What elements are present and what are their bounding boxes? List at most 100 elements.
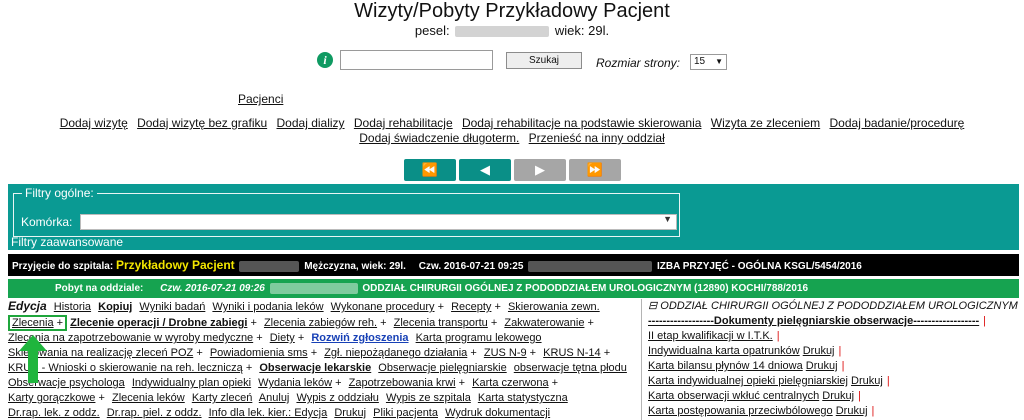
- doc-print-link[interactable]: Drukuj: [806, 360, 838, 372]
- drug-results-link[interactable]: Wyniki i podania leków: [212, 301, 323, 313]
- search-input[interactable]: [340, 50, 493, 70]
- doc-nursing-care-link[interactable]: Karta indywidualnej opieki pielęgniarski…: [648, 375, 848, 387]
- redacted-field: [269, 282, 358, 294]
- collapse-icon[interactable]: ⊟: [648, 300, 657, 312]
- ward-documents-panel: ⊟ ODDZIAŁ CHIRURGII OGÓLNEJ Z PODODDZIAŁ…: [648, 299, 1020, 420]
- redacted-field: [239, 260, 300, 272]
- blood-requests-link[interactable]: Zapotrzebowania krwi: [349, 377, 456, 389]
- statistics-card-link[interactable]: Karta statystyczna: [478, 392, 568, 404]
- surgery-orders-link[interactable]: Zlecenie operacji / Drobne zabiegi: [70, 317, 247, 329]
- doc-item: Karta obserwacji wkłuć centralnych Druku…: [648, 390, 861, 402]
- stay-date: Czw. 2016-07-21 09:26: [160, 283, 265, 294]
- links-line-3: Zlecenia na zapotrzebowanie w wyroby med…: [8, 332, 542, 344]
- doc-pain-management-link[interactable]: Karta postępowania przeciwbólowego: [648, 405, 833, 417]
- page-title: Wizyty/Pobyty Przykładowy Pacjent: [354, 0, 670, 22]
- care-plan-link[interactable]: Indywidualny plan opieki: [132, 377, 251, 389]
- nurse-report-link[interactable]: Dr.rap. piel. z oddz.: [107, 407, 202, 419]
- pesel-label: pesel:: [414, 23, 450, 38]
- zus-n9-link[interactable]: ZUS N-9: [484, 347, 527, 359]
- doc-item: II etap kwalifikacji w I.T.K. |: [648, 330, 780, 342]
- patient-files-link[interactable]: Pliki pacjenta: [373, 407, 438, 419]
- patients-link[interactable]: Pacjenci: [238, 92, 283, 106]
- first-page-button[interactable]: ⏪: [404, 159, 456, 181]
- add-rehab-link[interactable]: Dodaj rehabilitacje: [354, 116, 453, 130]
- documentation-print-link[interactable]: Wydruk dokumentacji: [445, 407, 550, 419]
- doctor-report-link[interactable]: Dr.rap. lek. z oddz.: [8, 407, 100, 419]
- fever-charts-link[interactable]: Karty gorączkowe: [8, 392, 95, 404]
- print-link[interactable]: Drukuj: [334, 407, 366, 419]
- red-card-link[interactable]: Karta czerwona: [472, 377, 548, 389]
- age-label: wiek: 29l.: [554, 23, 610, 38]
- links-line-2: Zlecenia + Zlecenie operacji / Drobne za…: [8, 315, 640, 331]
- add-visit-no-schedule-link[interactable]: Dodaj wizytę bez grafiku: [137, 116, 267, 130]
- admission-date: Czw. 2016-07-21 09:25: [418, 261, 524, 272]
- last-page-button[interactable]: ⏩: [569, 159, 621, 181]
- add-dialysis-link[interactable]: Dodaj dializy: [277, 116, 345, 130]
- doctor-observations-link[interactable]: Obserwacje lekarskie: [259, 362, 371, 374]
- doc-dressings-link[interactable]: Indywidualna karta opatrunków: [648, 345, 800, 357]
- prev-page-button[interactable]: ◀: [459, 159, 511, 181]
- doc-central-lines-link[interactable]: Karta obserwacji wkłuć centralnych: [648, 390, 819, 402]
- doc-item: Karta bilansu płynów 14 dniowa Drukuj |: [648, 360, 845, 372]
- prescriptions-link[interactable]: Recepty: [451, 301, 491, 313]
- doc-print-link[interactable]: Drukuj: [822, 390, 854, 402]
- gender-age: Mężczyzna, wiek: 29l.: [304, 261, 406, 272]
- admission-unit: IZBA PRZYJĘĆ - OGÓLNA KSGL/5454/2016: [656, 261, 862, 272]
- doc-print-link[interactable]: Drukuj: [803, 345, 835, 357]
- sms-notifications-link[interactable]: Powiadomienia sms: [210, 347, 308, 359]
- ward-header[interactable]: ⊟ ODDZIAŁ CHIRURGII OGÓLNEJ Z PODODDZIAŁ…: [648, 299, 1020, 314]
- doc-print-link[interactable]: Drukuj: [836, 405, 868, 417]
- panel-divider: [641, 299, 642, 420]
- orders-link[interactable]: Zlecenia: [12, 317, 54, 329]
- external-referrals-link[interactable]: Skierowania zewn.: [508, 301, 600, 313]
- chevron-down-icon: ▼: [663, 214, 672, 224]
- accommodation-link[interactable]: Zakwaterowanie: [504, 317, 584, 329]
- expand-reports-link[interactable]: Rozwiń zgłoszenia: [311, 332, 408, 344]
- page-size-label: Rozmiar strony:: [596, 56, 681, 70]
- add-visit-link[interactable]: Dodaj wizytę: [60, 116, 128, 130]
- info-icon[interactable]: i: [317, 52, 333, 68]
- head-doctor-info-link[interactable]: Info dla lek. kier.: Edycja: [209, 407, 328, 419]
- cancel-link[interactable]: Anuluj: [259, 392, 290, 404]
- adverse-reaction-link[interactable]: Zgł. niepożądanego działania: [324, 347, 467, 359]
- action-links-row1: Dodaj wizytę Dodaj wizytę bez grafiku Do…: [0, 116, 1024, 130]
- test-results-link[interactable]: Wyniki badań: [139, 301, 205, 313]
- krus-n14-link[interactable]: KRUS N-14: [543, 347, 600, 359]
- history-link[interactable]: Historia: [54, 301, 91, 313]
- transport-orders-link[interactable]: Zlecenia transportu: [394, 317, 488, 329]
- department-select[interactable]: ▼: [80, 214, 677, 230]
- links-line-5: KRUS - Wnioski o skierowanie na reh. lec…: [8, 362, 627, 374]
- drug-program-card-link[interactable]: Karta programu lekowego: [416, 332, 542, 344]
- add-procedure-link[interactable]: Dodaj badanie/procedurę: [830, 116, 965, 130]
- doc-fluid-balance-link[interactable]: Karta bilansu płynów 14 dniowa: [648, 360, 803, 372]
- search-button[interactable]: Szukaj: [506, 52, 582, 69]
- fetal-heart-observations-link[interactable]: obserwacje tętna płodu: [514, 362, 627, 374]
- admission-bar: Przyjęcie do szpitala: Przykładowy Pacje…: [8, 254, 1019, 276]
- links-line-8: Dr.rap. lek. z oddz. Dr.rap. piel. z odd…: [8, 406, 640, 420]
- copy-link[interactable]: Kopiuj: [98, 301, 132, 313]
- transfer-ward-link[interactable]: Przenieść na inny oddział: [529, 131, 665, 145]
- add-rehab-referral-link[interactable]: Dodaj rehabilitacje na podstawie skierow…: [462, 116, 701, 130]
- visit-with-order-link[interactable]: Wizyta ze zleceniem: [711, 116, 820, 130]
- procedures-link[interactable]: Wykonane procedury: [331, 301, 435, 313]
- order-cards-link[interactable]: Karty zleceń: [192, 392, 253, 404]
- nursing-docs-header[interactable]: ------------------Dokumenty pielęgniarsk…: [648, 315, 979, 327]
- doc-print-link[interactable]: Drukuj: [851, 375, 883, 387]
- drug-dispensing-link[interactable]: Wydania leków: [258, 377, 332, 389]
- advanced-filters-toggle[interactable]: Filtry zaawansowane: [11, 235, 123, 249]
- edit-link[interactable]: Edycja: [8, 299, 47, 313]
- diets-link[interactable]: Diety: [270, 332, 295, 344]
- next-page-button[interactable]: ▶: [514, 159, 566, 181]
- add-longterm-service-link[interactable]: Dodaj świadczenie długoterm.: [359, 131, 519, 145]
- search-bar: i Szukaj Rozmiar strony: 15 ▼: [0, 50, 1024, 74]
- doc-item: Karta indywidualnej opieki pielęgniarski…: [648, 375, 890, 387]
- rehab-orders-link[interactable]: Zlecenia zabiegów reh.: [264, 317, 377, 329]
- stay-label: Pobyt na oddziale:: [55, 283, 144, 294]
- nurse-observations-link[interactable]: Obserwacje pielęgniarskie: [378, 362, 506, 374]
- ward-discharge-link[interactable]: Wypis z oddziału: [296, 392, 378, 404]
- drug-orders-link[interactable]: Zlecenia leków: [112, 392, 185, 404]
- chevron-down-icon: ▼: [715, 57, 723, 66]
- hospital-discharge-link[interactable]: Wypis ze szpitala: [386, 392, 471, 404]
- doc-itk-link[interactable]: II etap kwalifikacji w I.T.K.: [648, 330, 773, 342]
- page-size-select[interactable]: 15 ▼: [690, 54, 727, 70]
